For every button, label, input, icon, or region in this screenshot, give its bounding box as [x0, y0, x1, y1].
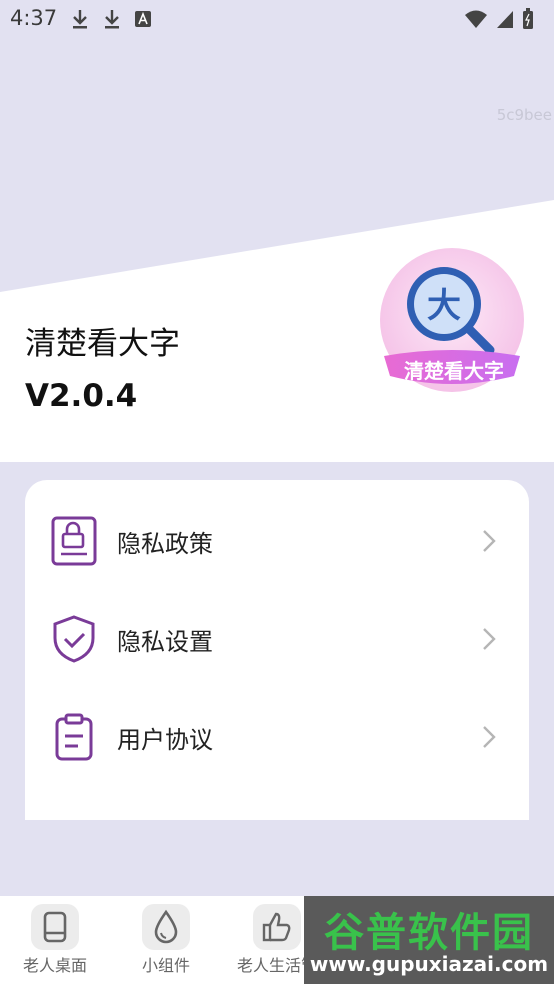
- wifi-icon: [465, 10, 487, 28]
- nav-item-elder-desktop[interactable]: 老人桌面: [0, 896, 110, 984]
- shield-check-icon: [53, 615, 95, 663]
- chevron-right-icon: [483, 628, 496, 650]
- clipboard-icon: [55, 713, 93, 761]
- logo-char: 大: [427, 286, 461, 326]
- watermark-url: www.gupuxiazai.com: [309, 952, 549, 976]
- menu-item-privacy-settings[interactable]: 隐私设置: [25, 590, 529, 688]
- watermark: 谷普软件园 www.gupuxiazai.com: [304, 896, 554, 984]
- chevron-right-icon: [483, 530, 496, 552]
- settings-card: 隐私政策 隐私设置 用户协议: [25, 480, 529, 820]
- app-name: 清楚看大字: [25, 326, 180, 362]
- menu-label: 隐私政策: [117, 529, 213, 558]
- battery-icon: [523, 8, 533, 29]
- menu-label: 隐私设置: [117, 627, 213, 656]
- app-version: V2.0.4: [25, 378, 138, 414]
- chevron-right-icon: [483, 726, 496, 748]
- menu-label: 用户协议: [117, 725, 213, 754]
- logo-text: 清楚看大字: [404, 359, 504, 383]
- status-bar: 4:37: [0, 0, 554, 36]
- signal-icon: [497, 11, 513, 28]
- download-icon: [73, 10, 87, 29]
- menu-item-privacy-policy[interactable]: 隐私政策: [25, 492, 529, 590]
- privacy-policy-icon: [51, 516, 97, 566]
- nav-item-widgets[interactable]: 小组件: [111, 896, 221, 984]
- code-label: 5c9bee: [496, 106, 552, 124]
- font-notification-icon: [135, 11, 151, 27]
- menu-item-user-agreement[interactable]: 用户协议: [25, 688, 529, 786]
- tablet-icon: [31, 904, 79, 950]
- status-time: 4:37: [10, 6, 58, 30]
- watermark-title: 谷普软件园: [324, 910, 534, 956]
- download-icon: [105, 10, 119, 29]
- thumbs-up-icon: [253, 904, 301, 950]
- drop-icon: [142, 904, 190, 950]
- nav-label: 老人桌面: [22, 956, 87, 975]
- nav-label: 小组件: [141, 956, 190, 975]
- app-logo: 大 清楚看大字: [380, 248, 524, 392]
